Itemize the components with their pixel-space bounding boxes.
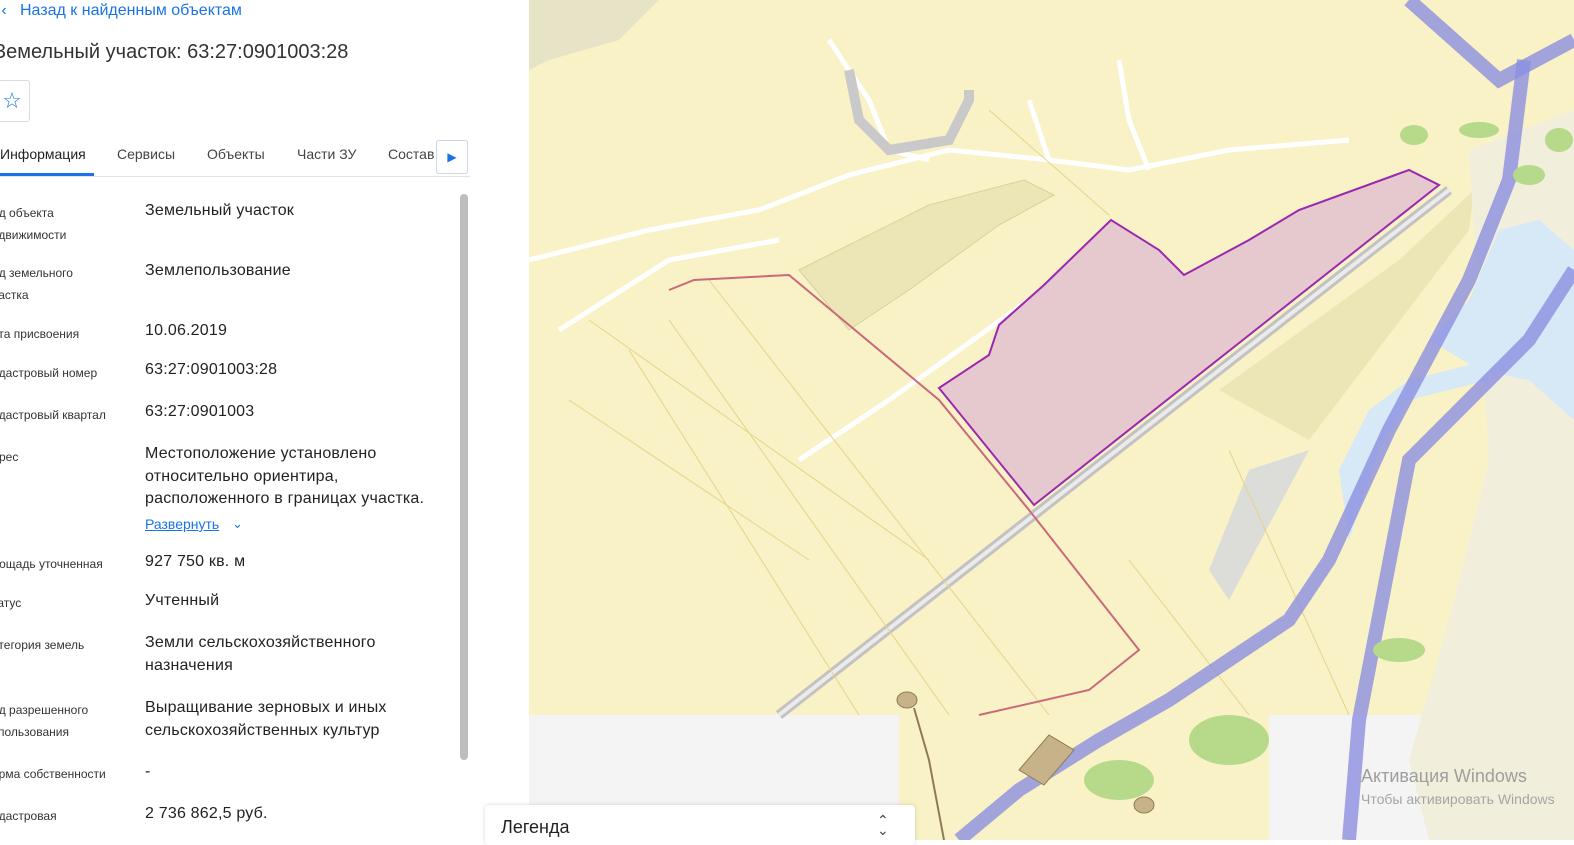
back-label: Назад к найденным объектам xyxy=(20,2,242,19)
row-value: 63:27:0901003 xyxy=(145,403,255,420)
tab-composition[interactable]: Состав xyxy=(388,146,434,162)
structure xyxy=(1133,796,1155,814)
tab-objects[interactable]: Объекты xyxy=(207,146,265,162)
chevron-left-icon: ‹ xyxy=(1,2,7,19)
tab-bar: Информация Сервисы Объекты Части ЗУ Сост… xyxy=(0,138,470,177)
tab-info[interactable]: Информация xyxy=(0,146,86,162)
expand-link[interactable]: Развернуть xyxy=(145,516,219,532)
row-value: Земли сельскохозяйственного назначения xyxy=(145,634,376,674)
structure xyxy=(896,691,918,709)
row-label: ид разрешенногоспользования xyxy=(0,703,89,739)
windows-activation-subtitle: Чтобы активировать Windows xyxy=(1361,791,1555,807)
row-label: атегория земель xyxy=(0,638,85,652)
info-panel: ‹ Назад к найденным объектам Земельный уч… xyxy=(0,0,490,840)
legend-panel[interactable]: Легенда ⌃ ⌄ xyxy=(485,805,915,845)
star-icon: ☆ xyxy=(2,88,22,113)
row-value: Выращивание зерновых и иных сельскохозяйс… xyxy=(145,699,387,739)
legend-label: Легенда xyxy=(501,817,570,837)
row-value-address: Местоположение установлено относительно о… xyxy=(145,445,425,507)
caret-right-icon: ▶ xyxy=(447,150,457,164)
row-label: татус xyxy=(0,596,22,610)
map-view[interactable] xyxy=(528,0,1574,845)
tabs-next-button[interactable]: ▶ xyxy=(436,140,468,174)
row-value: Земельный участок xyxy=(145,202,295,219)
tab-parts[interactable]: Части ЗУ xyxy=(297,146,356,162)
row-value: 927 750 кв. м xyxy=(145,553,246,570)
row-value: 63:27:0901003:28 xyxy=(145,361,278,378)
map-canvas[interactable] xyxy=(528,0,1574,845)
chevron-down-icon[interactable]: ⌄ xyxy=(232,516,243,532)
row-label: лощадь уточненная xyxy=(0,557,103,571)
windows-activation-title: Активация Windows xyxy=(1361,766,1527,786)
back-link[interactable]: ‹ Назад к найденным объектам xyxy=(0,0,242,22)
active-tab-indicator xyxy=(0,173,94,176)
row-label: ид объектаедвижимости xyxy=(0,206,67,242)
row-value: 2 736 862,5 руб. xyxy=(145,805,268,822)
row-value: - xyxy=(145,763,151,780)
row-value: Учтенный xyxy=(145,592,220,609)
tab-services[interactable]: Сервисы xyxy=(117,146,175,162)
page-title: Земельный участок: 63:27:0901003:28 xyxy=(0,41,349,63)
expand-collapse-icon[interactable]: ⌃ ⌄ xyxy=(877,813,889,837)
row-label: ата присвоения xyxy=(0,327,80,341)
row-label: дрес xyxy=(0,450,19,464)
row-value: 10.06.2019 xyxy=(145,322,228,339)
row-label: адастровый квартал xyxy=(0,408,106,422)
favorite-button[interactable]: ☆ xyxy=(0,80,30,122)
row-value: Землепользование xyxy=(145,262,291,279)
scrollbar-thumb[interactable] xyxy=(460,194,468,760)
row-label: ид земельногочастка xyxy=(0,266,73,302)
row-label: адастровая xyxy=(0,809,57,823)
row-label: адастровый номер xyxy=(0,366,98,380)
row-label: орма собственности xyxy=(0,767,106,781)
